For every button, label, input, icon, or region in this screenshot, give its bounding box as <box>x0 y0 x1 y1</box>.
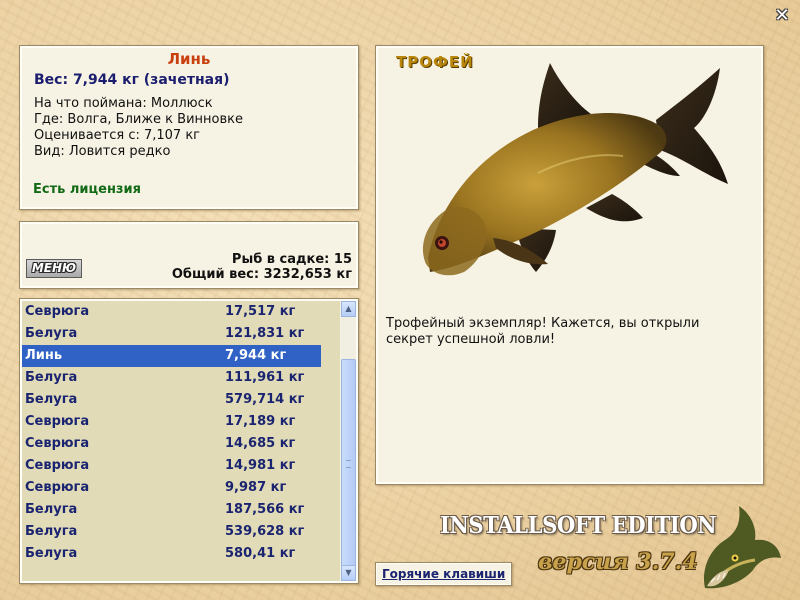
bait-info: На что поймана: Моллюск <box>34 96 213 111</box>
edition-title: INSTALLSOFT EDITION <box>440 512 717 539</box>
rarity-info: Вид: Ловится редко <box>34 144 171 159</box>
hotkeys-button[interactable]: Горячие клавиши <box>375 562 513 586</box>
catch-fish-name: Севрюга <box>25 436 90 451</box>
catch-row[interactable]: Белуга 111,961 кг <box>22 367 340 389</box>
fish-count: Рыб в садке: 15 <box>231 252 352 267</box>
catch-fish-weight: 121,831 кг <box>225 326 305 341</box>
catch-row[interactable]: Линь 7,944 кг <box>22 345 321 367</box>
total-weight: Общий вес: 3232,653 кг <box>171 267 352 282</box>
catch-row[interactable]: Белуга 121,831 кг <box>22 323 340 345</box>
catch-fish-name: Севрюга <box>25 458 90 473</box>
catch-list-panel: Севрюга 17,517 кг Белуга 121,831 кг Линь 7,94… <box>19 298 359 584</box>
catch-fish-weight: 187,566 кг <box>225 502 305 517</box>
value-info: Оценивается с: 7,107 кг <box>34 128 201 143</box>
catch-row[interactable]: Белуга 539,628 кг <box>22 521 340 543</box>
license-status: Есть лицензия <box>33 182 141 197</box>
catch-fish-name: Белуга <box>25 370 78 385</box>
catch-fish-weight: 579,714 кг <box>225 392 305 407</box>
catch-fish-weight: 17,517 кг <box>225 304 296 319</box>
catch-fish-name: Белуга <box>25 502 78 517</box>
catch-fish-name: Белуга <box>25 326 78 341</box>
menu-button[interactable]: МЕНЮ <box>26 259 82 278</box>
fish-name: Линь <box>167 50 211 68</box>
catch-row[interactable]: Севрюга 14,981 кг <box>22 455 340 477</box>
catch-fish-weight: 9,987 кг <box>225 480 287 495</box>
catch-fish-name: Белуга <box>25 392 78 407</box>
grip-icon <box>346 460 351 468</box>
catch-row[interactable]: Белуга 580,41 кг <box>22 543 340 565</box>
catch-fish-weight: 17,189 кг <box>225 414 296 429</box>
catch-row[interactable]: Севрюга 17,517 кг <box>22 301 340 323</box>
version-label: версия 3.7.4 <box>538 549 698 575</box>
trophy-panel: ТРОФЕЙ Трофейный экземпляр! Кажется, вы … <box>375 45 764 485</box>
catch-row[interactable]: Белуга 187,566 кг <box>22 499 340 521</box>
list-scrollbar[interactable]: ▲ ▼ <box>341 301 356 581</box>
catch-fish-weight: 111,961 кг <box>225 370 305 385</box>
scroll-down-button[interactable]: ▼ <box>341 565 356 581</box>
scroll-up-button[interactable]: ▲ <box>341 301 356 317</box>
close-icon: ✕ <box>774 5 790 26</box>
catch-fish-weight: 539,628 кг <box>225 524 305 539</box>
catch-row[interactable]: Севрюга 14,685 кг <box>22 433 340 455</box>
catch-fish-name: Севрюга <box>25 304 90 319</box>
catch-list[interactable]: Севрюга 17,517 кг Белуга 121,831 кг Линь 7,94… <box>22 301 340 581</box>
catch-fish-name: Севрюга <box>25 414 90 429</box>
catch-row[interactable]: Севрюга 17,189 кг <box>22 411 340 433</box>
trophy-description: Трофейный экземпляр! Кажется, вы открыли… <box>386 316 700 347</box>
catch-row[interactable]: Белуга 579,714 кг <box>22 389 340 411</box>
tench-fish-image <box>422 63 728 276</box>
pike-logo <box>703 506 781 589</box>
keepnet-summary-panel: МЕНЮ Рыб в садке: 15 Общий вес: 3232,653… <box>19 221 359 289</box>
chevron-down-icon: ▼ <box>345 568 352 577</box>
catch-fish-name: Севрюга <box>25 480 90 495</box>
catch-fish-name: Белуга <box>25 546 78 561</box>
catch-row[interactable]: Севрюга 9,987 кг <box>22 477 340 499</box>
catch-fish-weight: 7,944 кг <box>225 348 287 363</box>
scroll-thumb[interactable] <box>341 359 356 568</box>
fish-info-panel: Линь Вес: 7,944 кг (зачетная) На что пой… <box>19 45 359 210</box>
catch-fish-weight: 14,981 кг <box>225 458 296 473</box>
close-button[interactable]: ✕ <box>773 7 791 25</box>
location-info: Где: Волга, Ближе к Винновке <box>34 112 244 127</box>
catch-fish-weight: 580,41 кг <box>225 546 296 561</box>
catch-fish-name: Белуга <box>25 524 78 539</box>
fish-weight: Вес: 7,944 кг (зачетная) <box>34 72 230 88</box>
catch-fish-weight: 14,685 кг <box>225 436 296 451</box>
chevron-up-icon: ▲ <box>345 304 352 313</box>
catch-fish-name: Линь <box>25 348 63 363</box>
